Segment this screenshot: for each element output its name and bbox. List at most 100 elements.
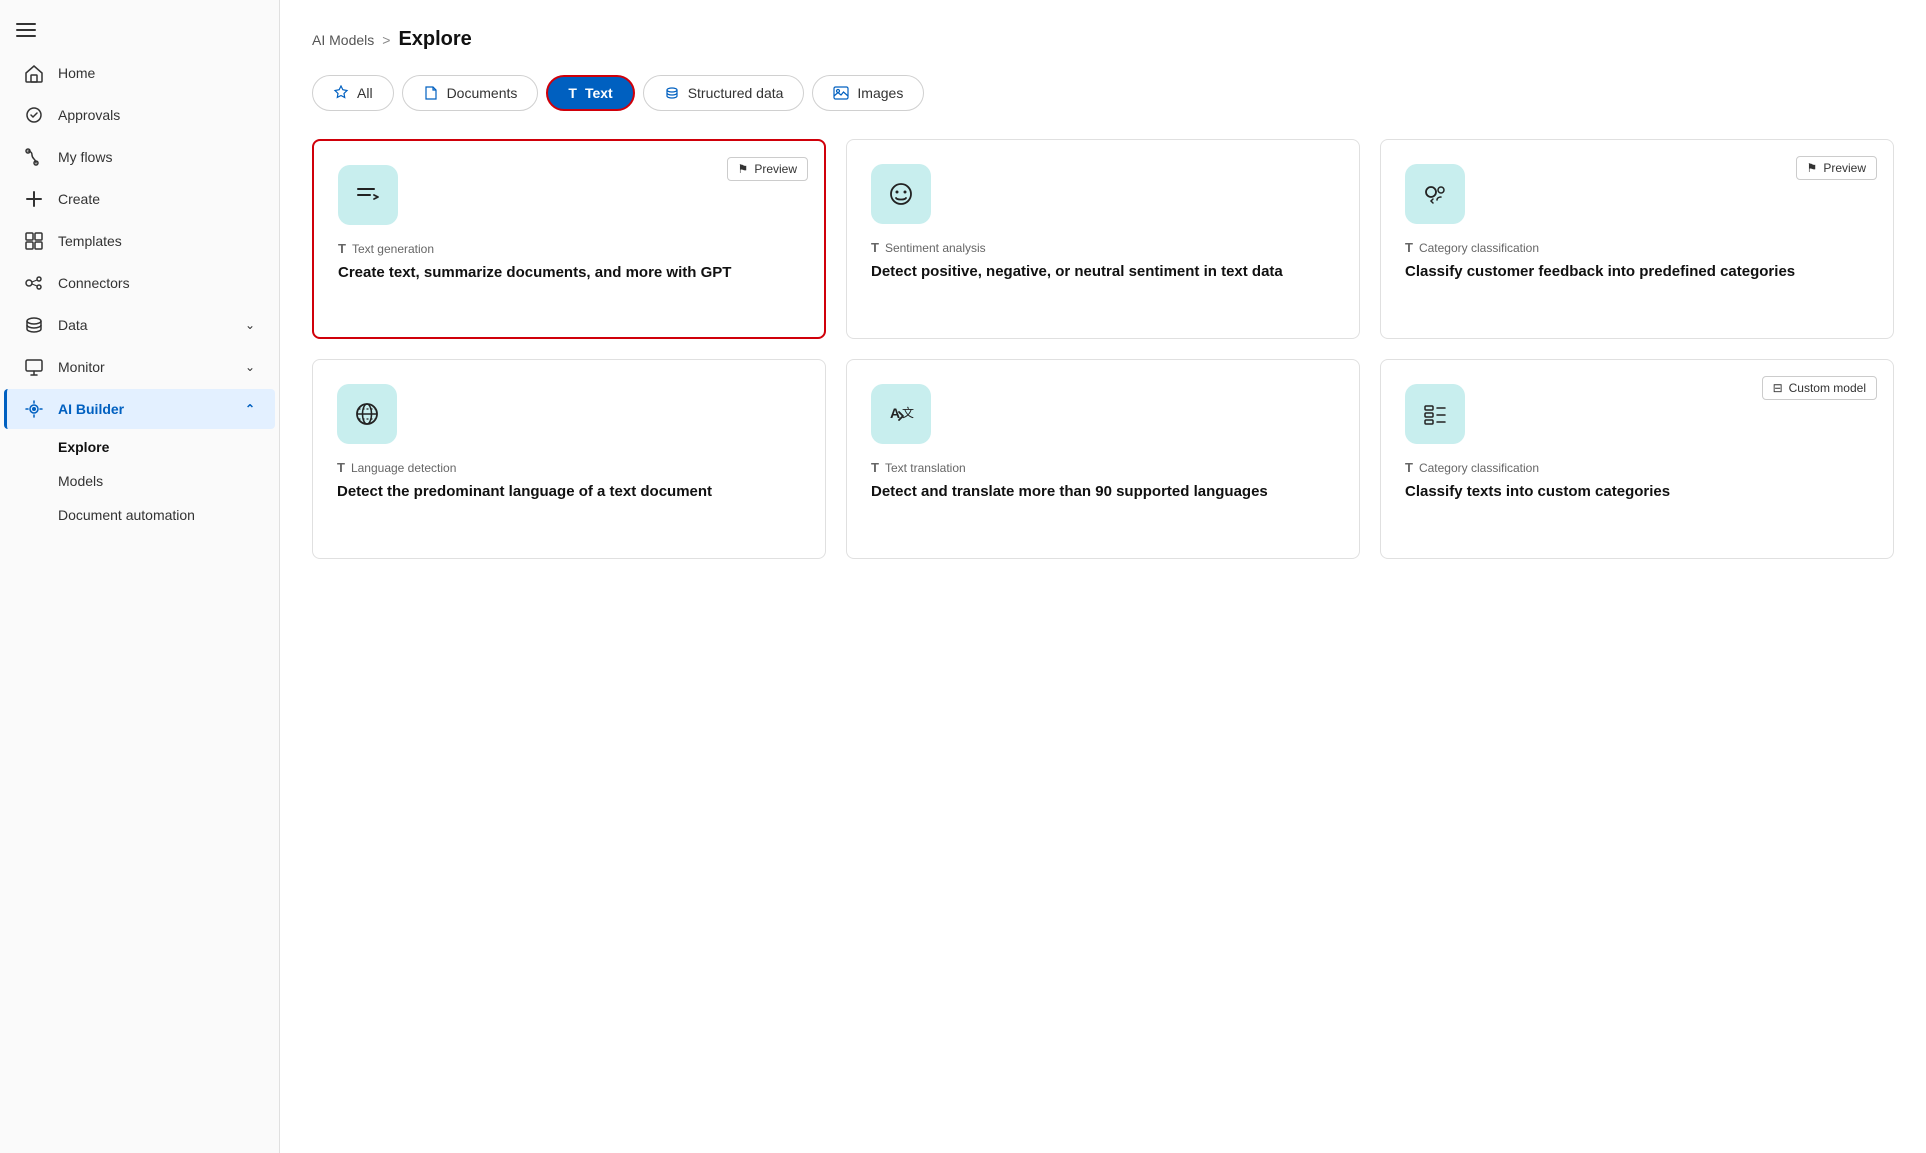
tab-documents[interactable]: Documents [402,75,539,111]
svg-text:文: 文 [902,405,914,420]
main-content: AI Models > Explore All Documents [280,0,1926,1153]
sidebar-item-monitor[interactable]: Monitor ⌄ [4,347,275,387]
home-icon [24,63,44,83]
type-t-icon: T [338,241,346,256]
monitor-chevron-down-icon: ⌄ [245,360,255,374]
tabs-bar: All Documents T Text [312,75,1894,111]
sidebar-item-approvals-label: Approvals [58,107,120,123]
card-preview-badge-2: ⚑ Preview [1796,156,1877,180]
db-icon [664,85,680,101]
card-category-classification[interactable]: ⚑ Preview T Category classification Clas… [1380,139,1894,339]
card-title-textgen: Create text, summarize documents, and mo… [338,262,800,283]
cards-grid: ⚑ Preview T Text generation Create text,… [312,139,1894,559]
type-t-icon-3: T [1405,240,1413,255]
type-t-icon-2: T [871,240,879,255]
tab-images-label: Images [857,85,903,101]
card-icon-translate: A 文 [871,384,931,444]
sidebar-subitem-docautomation[interactable]: Document automation [4,499,275,531]
breadcrumb: AI Models > Explore [312,28,1894,51]
card-icon-category [1405,164,1465,224]
card-type-customcat: T Category classification [1405,460,1869,475]
card-icon-textgen [338,165,398,225]
sidebar-item-data-label: Data [58,317,88,333]
approvals-icon [24,105,44,125]
card-title-category: Classify customer feedback into predefin… [1405,261,1869,282]
sidebar-subitem-explore[interactable]: Explore [4,431,275,463]
sidebar-item-home[interactable]: Home [4,53,275,93]
custom-badge-icon: ⊟ [1773,381,1783,395]
preview-badge-icon-2: ⚑ [1807,161,1818,175]
img-icon [833,85,849,101]
type-t-icon-5: T [871,460,879,475]
sidebar-item-monitor-label: Monitor [58,359,105,375]
sidebar-item-myflows-label: My flows [58,149,112,165]
card-type-sentiment: T Sentiment analysis [871,240,1335,255]
preview-badge-label: Preview [754,162,797,176]
card-type-language: T Language detection [337,460,801,475]
card-icon-customcat [1405,384,1465,444]
templates-icon [24,231,44,251]
card-type-textgen: T Text generation [338,241,800,256]
tab-documents-label: Documents [447,85,518,101]
card-title-translate: Detect and translate more than 90 suppor… [871,481,1335,502]
tab-images[interactable]: Images [812,75,924,111]
sidebar-item-myflows[interactable]: My flows [4,137,275,177]
card-title-sentiment: Detect positive, negative, or neutral se… [871,261,1335,282]
hamburger-icon[interactable] [0,8,279,52]
sidebar-item-templates[interactable]: Templates [4,221,275,261]
sidebar-item-aibuilder[interactable]: AI Builder ⌃ [4,389,275,429]
sidebar-item-approvals[interactable]: Approvals [4,95,275,135]
sidebar-item-create[interactable]: Create [4,179,275,219]
sidebar-item-home-label: Home [58,65,95,81]
sidebar-subitem-docautomation-label: Document automation [58,507,195,523]
card-language-detection[interactable]: T Language detection Detect the predomin… [312,359,826,559]
sidebar-item-aibuilder-label: AI Builder [58,401,124,417]
breadcrumb-separator: > [382,32,390,48]
tab-all[interactable]: All [312,75,394,111]
tab-text-label: Text [585,85,613,101]
text-t-icon: T [568,85,577,101]
aibuilder-chevron-up-icon: ⌃ [245,402,255,416]
sidebar-item-data[interactable]: Data ⌄ [4,305,275,345]
tab-text[interactable]: T Text [546,75,634,111]
card-type-translate: T Text translation [871,460,1335,475]
svg-text:A: A [890,405,900,421]
tab-structured-label: Structured data [688,85,784,101]
tab-structured[interactable]: Structured data [643,75,805,111]
monitor-icon [24,357,44,377]
card-preview-badge: ⚑ Preview [727,157,808,181]
card-custom-model-badge: ⊟ Custom model [1762,376,1877,400]
sidebar-subitem-explore-label: Explore [58,439,109,455]
data-chevron-down-icon: ⌄ [245,318,255,332]
card-text-translation[interactable]: A 文 T Text translation Detect and transl… [846,359,1360,559]
card-icon-globe [337,384,397,444]
connectors-icon [24,273,44,293]
type-t-icon-6: T [1405,460,1413,475]
tab-all-label: All [357,85,373,101]
create-icon [24,189,44,209]
sidebar-subitem-models[interactable]: Models [4,465,275,497]
preview-badge-label-2: Preview [1823,161,1866,175]
type-t-icon-4: T [337,460,345,475]
card-custom-category[interactable]: ⊟ Custom model T Category classification… [1380,359,1894,559]
doc-icon [423,85,439,101]
breadcrumb-current: Explore [398,28,471,51]
card-title-language: Detect the predominant language of a tex… [337,481,801,502]
custom-badge-label: Custom model [1789,381,1866,395]
sidebar: Home Approvals My flows [0,0,280,1153]
sidebar-item-connectors[interactable]: Connectors [4,263,275,303]
flows-icon [24,147,44,167]
aibuilder-icon [24,399,44,419]
sidebar-subitem-models-label: Models [58,473,103,489]
star-icon [333,85,349,101]
card-text-generation[interactable]: ⚑ Preview T Text generation Create text,… [312,139,826,339]
sidebar-item-connectors-label: Connectors [58,275,130,291]
breadcrumb-parent[interactable]: AI Models [312,32,374,48]
data-icon [24,315,44,335]
card-type-category: T Category classification [1405,240,1869,255]
sidebar-item-templates-label: Templates [58,233,122,249]
card-title-customcat: Classify texts into custom categories [1405,481,1869,502]
sidebar-item-create-label: Create [58,191,100,207]
preview-badge-icon: ⚑ [738,162,749,176]
card-sentiment-analysis[interactable]: T Sentiment analysis Detect positive, ne… [846,139,1360,339]
